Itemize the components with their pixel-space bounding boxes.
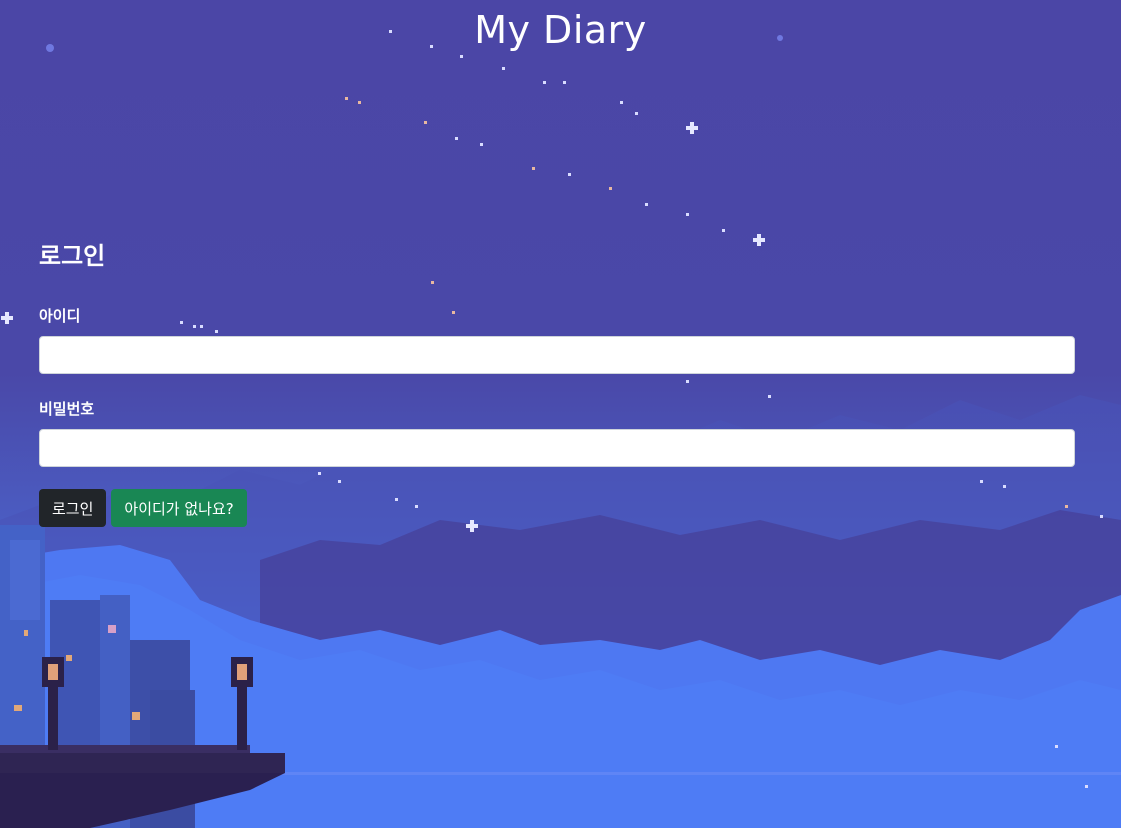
login-button[interactable]: 로그인 xyxy=(39,489,107,527)
password-label: 비밀번호 xyxy=(39,400,95,418)
site-title: My Diary xyxy=(474,8,647,52)
login-heading: 로그인 xyxy=(39,242,106,270)
password-input[interactable] xyxy=(39,429,1075,467)
signup-button[interactable]: 아이디가 없나요? xyxy=(111,489,247,527)
id-label: 아이디 xyxy=(39,307,81,325)
button-group: 로그인 아이디가 없나요? xyxy=(39,489,1075,527)
login-form: 로그인 아이디 비밀번호 로그인 아이디가 없나요? xyxy=(39,236,1075,527)
id-input[interactable] xyxy=(39,336,1075,374)
